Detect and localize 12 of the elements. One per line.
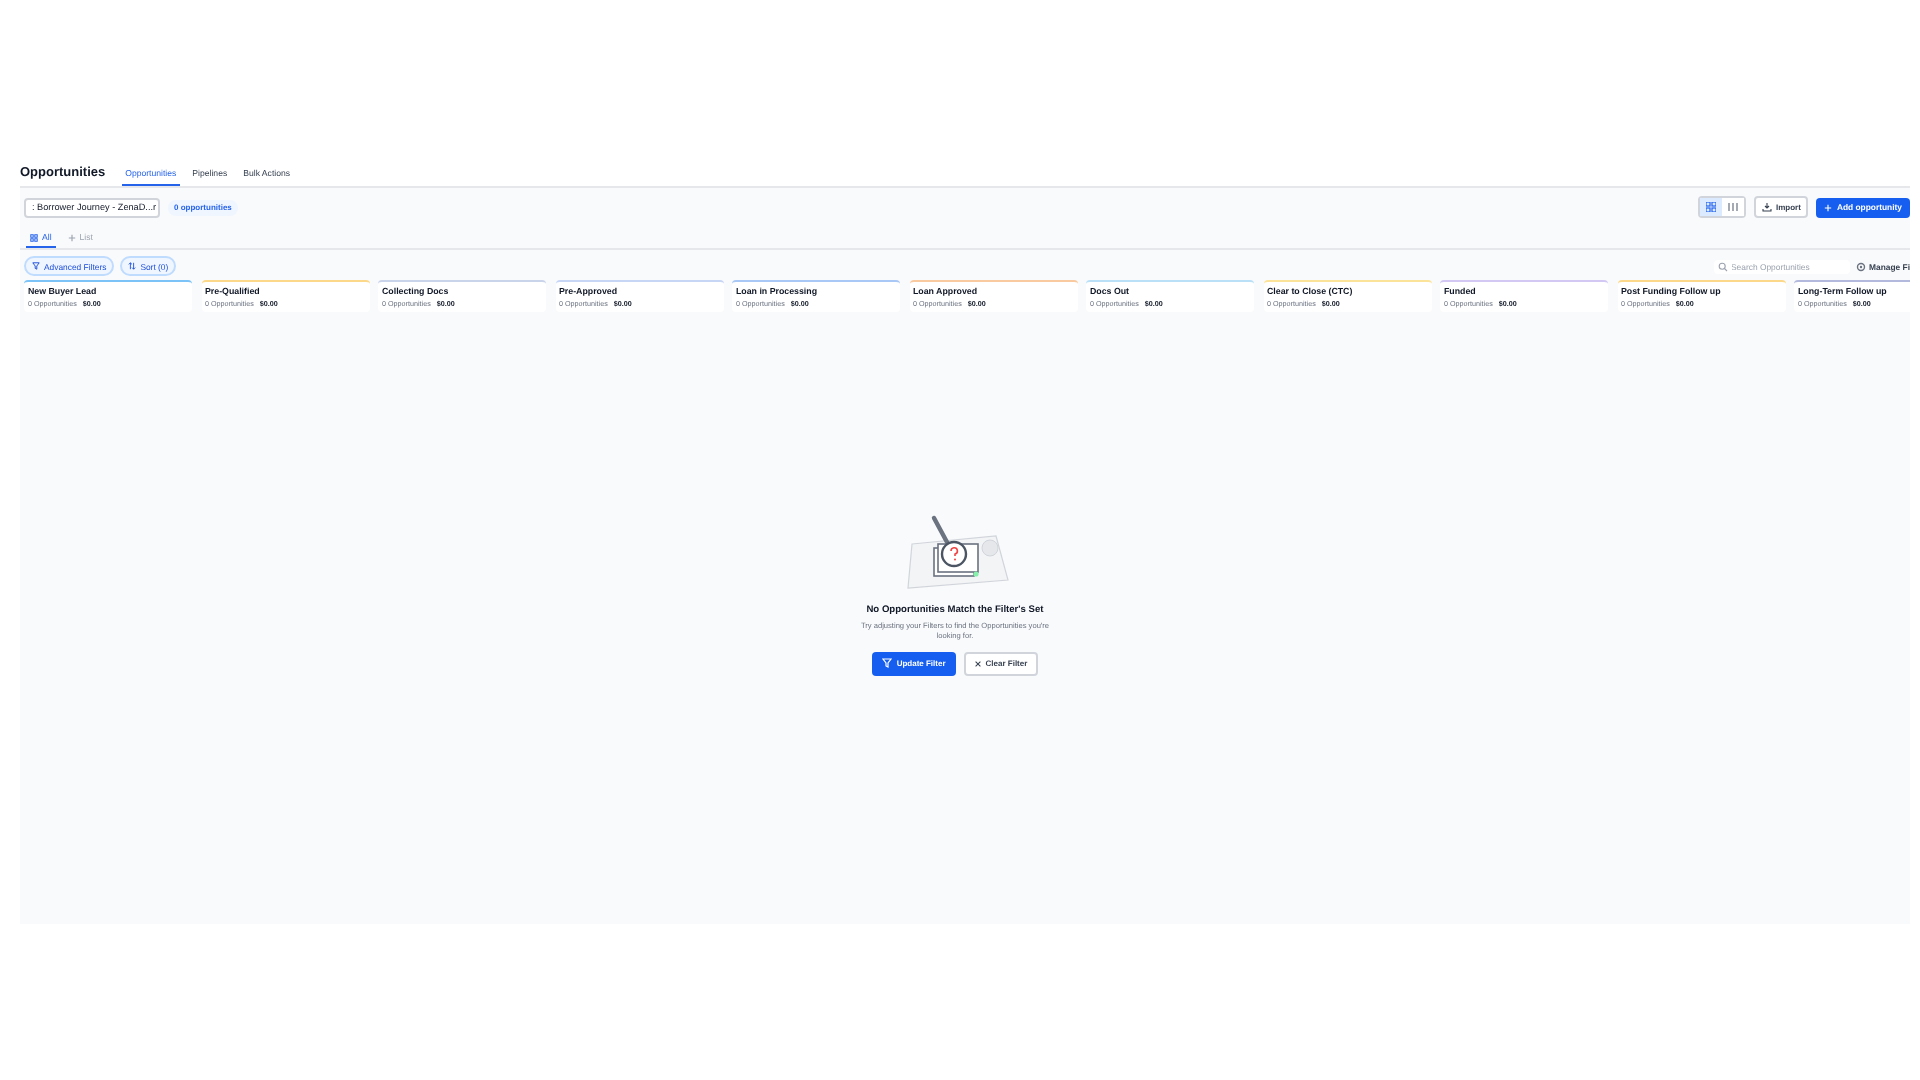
grid-view-button[interactable]	[1699, 198, 1722, 216]
grid-icon	[30, 233, 38, 241]
download-icon	[1761, 202, 1772, 212]
plus-icon	[67, 233, 76, 241]
columns-icon	[1727, 202, 1738, 212]
grid-icon	[1705, 202, 1716, 212]
plus-icon	[1824, 203, 1833, 211]
filter-icon	[882, 658, 893, 668]
filter-icon	[32, 262, 40, 270]
sort-icon	[128, 262, 137, 270]
search-icon	[1717, 261, 1728, 271]
close-icon	[973, 659, 982, 667]
